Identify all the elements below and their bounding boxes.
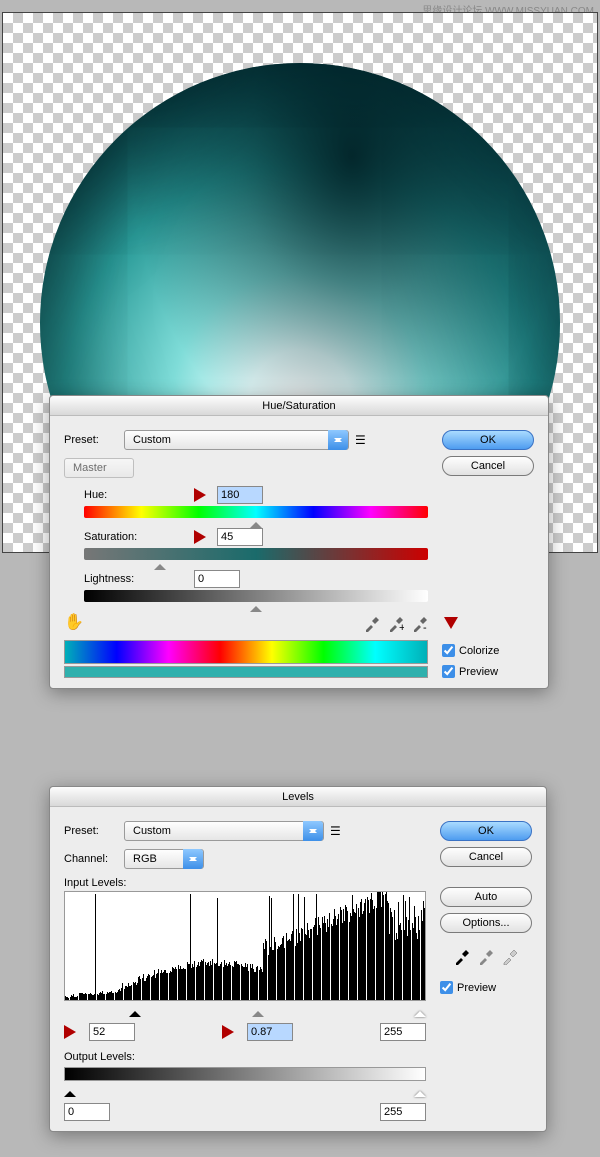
options-button[interactable]: Options... [440, 913, 532, 933]
dialog-title: Levels [50, 787, 546, 807]
ok-button[interactable]: OK [440, 821, 532, 841]
svg-text:+: + [399, 622, 404, 632]
arrow-indicator-icon [222, 1025, 241, 1039]
preset-select[interactable]: Custom [124, 430, 349, 450]
preview-label: Preview [457, 982, 496, 994]
input-levels-label: Input Levels: [64, 877, 426, 889]
output-high-input[interactable] [380, 1103, 426, 1121]
channel-label: Channel: [64, 853, 124, 865]
hue-slider[interactable] [84, 506, 428, 518]
eyedropper-icon[interactable] [364, 616, 380, 632]
dialog-title: Hue/Saturation [50, 396, 548, 416]
midtones-input[interactable] [247, 1023, 293, 1041]
output-low-input[interactable] [64, 1103, 110, 1121]
cancel-button[interactable]: Cancel [440, 847, 532, 867]
output-high-slider[interactable] [414, 1085, 426, 1097]
lightness-thumb[interactable] [250, 600, 262, 612]
eyedropper-white-icon[interactable] [502, 949, 518, 965]
preview-checkbox[interactable]: Preview [442, 665, 534, 678]
preset-value: Custom [133, 434, 171, 446]
arrow-indicator-icon [194, 488, 213, 502]
hue-input[interactable] [217, 486, 263, 504]
dropdown-cap-icon [183, 849, 203, 869]
preview-label: Preview [459, 666, 498, 678]
histogram [64, 891, 426, 1001]
cancel-button[interactable]: Cancel [442, 456, 534, 476]
colorize-check-input[interactable] [442, 644, 455, 657]
channel-select[interactable]: RGB [124, 849, 204, 869]
preset-value: Custom [133, 825, 171, 837]
levels-dialog: Levels Preset: Custom ☰ Channel: RGB Inp… [49, 786, 547, 1132]
highlights-input[interactable] [380, 1023, 426, 1041]
preview-checkbox[interactable]: Preview [440, 981, 532, 994]
preview-check-input[interactable] [442, 665, 455, 678]
dropdown-cap-icon [328, 430, 348, 450]
output-sliders[interactable] [64, 1085, 426, 1097]
preset-menu-icon[interactable]: ☰ [355, 433, 366, 447]
lightness-slider[interactable] [84, 590, 428, 602]
auto-button[interactable]: Auto [440, 887, 532, 907]
shadows-input[interactable] [89, 1023, 135, 1041]
eyedropper-minus-icon[interactable]: - [412, 616, 428, 632]
hue-thumb[interactable] [250, 516, 262, 528]
hue-saturation-dialog: Hue/Saturation Preset: Custom ☰ Master H… [49, 395, 549, 689]
eyedropper-black-icon[interactable] [454, 949, 470, 965]
eyedropper-plus-icon[interactable]: + [388, 616, 404, 632]
arrow-indicator-icon [444, 617, 458, 636]
edit-select: Master [64, 458, 134, 478]
svg-text:-: - [423, 622, 427, 632]
ok-button[interactable]: OK [442, 430, 534, 450]
channel-value: RGB [133, 853, 157, 865]
hue-label: Hue: [84, 489, 194, 501]
spectrum-bar [64, 640, 428, 664]
shadow-slider[interactable] [129, 1005, 141, 1017]
eyedropper-gray-icon[interactable] [478, 949, 494, 965]
highlight-slider[interactable] [414, 1005, 426, 1017]
dropdown-cap-icon [303, 821, 323, 841]
saturation-label: Saturation: [84, 531, 194, 543]
preset-label: Preset: [64, 825, 124, 837]
saturation-slider[interactable] [84, 548, 428, 560]
lightness-input[interactable] [194, 570, 240, 588]
arrow-indicator-icon [64, 1025, 83, 1039]
arrow-indicator-icon [194, 530, 213, 544]
result-color-bar [64, 666, 428, 678]
output-low-slider[interactable] [64, 1085, 76, 1097]
lightness-label: Lightness: [84, 573, 194, 585]
output-slider[interactable] [64, 1067, 426, 1081]
preset-label: Preset: [64, 434, 124, 446]
colorize-label: Colorize [459, 645, 499, 657]
saturation-input[interactable] [217, 528, 263, 546]
saturation-thumb[interactable] [154, 558, 166, 570]
edit-value: Master [73, 462, 107, 474]
midtone-slider[interactable] [252, 1005, 264, 1017]
preset-menu-icon[interactable]: ☰ [330, 824, 341, 838]
output-levels-label: Output Levels: [64, 1051, 426, 1063]
hand-tool-icon[interactable]: ✋ [64, 612, 84, 632]
preview-check-input[interactable] [440, 981, 453, 994]
preset-select[interactable]: Custom [124, 821, 324, 841]
input-sliders[interactable] [64, 1005, 426, 1017]
colorize-checkbox[interactable]: Colorize [442, 644, 534, 657]
